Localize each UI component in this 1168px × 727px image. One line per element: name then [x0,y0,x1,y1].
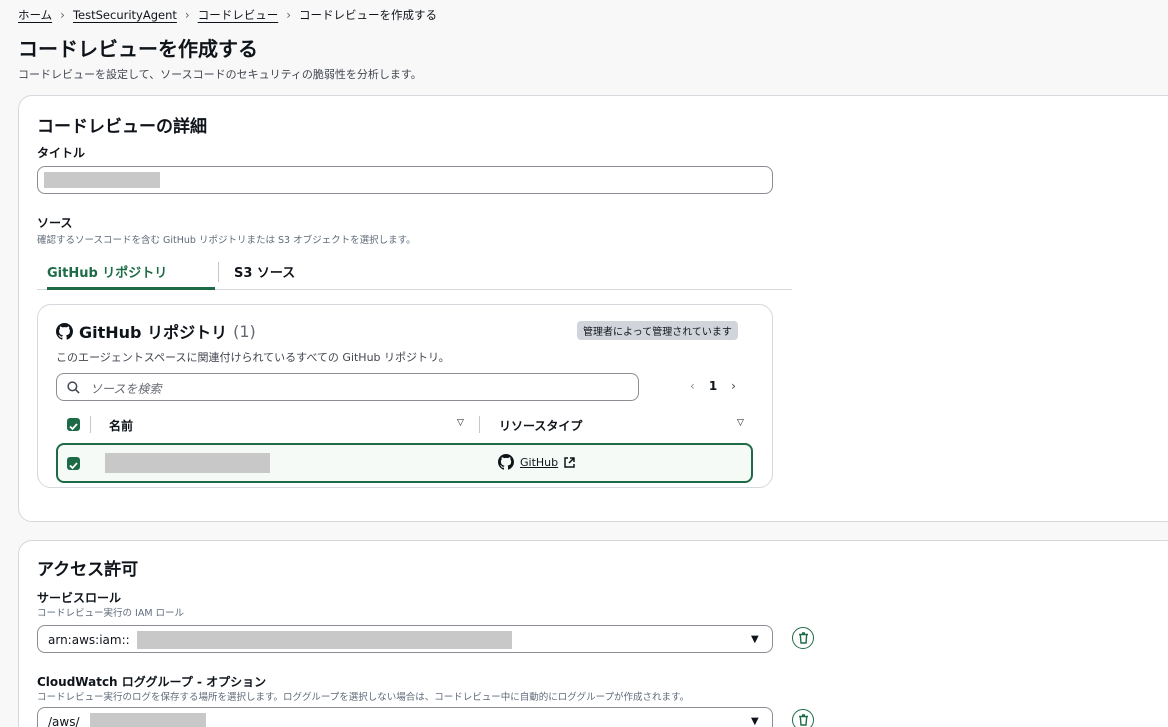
log-group-value: /aws/ [48,715,80,727]
active-tab-indicator [47,287,215,290]
log-group-description: コードレビュー実行のログを保存する場所を選択します。ロググループを選択しない場合… [37,692,690,703]
column-divider [90,416,91,433]
chevron-right-icon: › [60,8,65,22]
tab-s3-source[interactable]: S3 ソース [234,262,295,281]
title-input[interactable] [37,166,773,194]
log-group-select[interactable]: /aws/ ▼ [37,707,773,727]
repo-table-title: GitHub リポジトリ [79,323,228,342]
tab-divider [218,262,219,282]
search-input[interactable]: ソースを検索 [56,373,639,401]
github-link[interactable]: GitHub [520,456,558,469]
pagination: ‹ 1 › [690,379,736,393]
caret-down-icon: ▼ [751,716,759,727]
column-header-resource-type[interactable]: リソースタイプ [499,417,582,434]
checkmark-icon [69,423,78,431]
page-title: コードレビューを作成する [18,37,258,61]
breadcrumb: ホーム › TestSecurityAgent › コードレビュー › コードレ… [18,7,437,23]
current-page[interactable]: 1 [709,379,717,393]
chevron-right-icon: › [286,8,292,22]
table-row[interactable]: GitHub [56,443,753,483]
service-role-description: コードレビュー実行の IAM ロール [37,608,185,619]
service-role-select[interactable]: arn:aws:iam:: ▼ [37,625,773,653]
remove-service-role-button[interactable] [792,627,814,649]
redacted-repository-name [105,453,270,473]
source-description: 確認するソースコードを含む GitHub リポジトリまたは S3 オブジェクトを… [37,235,416,246]
next-page-icon[interactable]: › [731,379,736,393]
service-role-value: arn:aws:iam:: [48,633,130,647]
title-label: タイトル [37,146,86,160]
caret-down-icon: ▼ [751,634,759,645]
github-repository-table: GitHub リポジトリ (1) 管理者によって管理されています このエージェン… [37,304,773,488]
github-icon [56,322,73,340]
access-permissions-panel: アクセス許可 サービスロール コードレビュー実行の IAM ロール arn:aw… [18,540,1168,727]
row-checkbox[interactable] [67,457,80,470]
search-icon [67,381,80,394]
remove-log-group-button[interactable] [792,709,814,727]
trash-icon [798,714,808,726]
repo-table-header: GitHub リポジトリ (1) [56,319,256,343]
log-group-label: CloudWatch ロググループ - オプション [37,675,267,689]
chevron-right-icon: › [184,8,190,22]
source-tabs: GitHub リポジトリ S3 ソース [37,254,792,290]
previous-page-icon[interactable]: ‹ [690,379,695,393]
redacted-value [90,713,206,727]
github-icon [498,454,514,470]
code-review-details-panel: コードレビューの詳細 タイトル ソース 確認するソースコードを含む GitHub… [18,95,1168,522]
page-description: コードレビューを設定して、ソースコードのセキュリティの脆弱性を分析します。 [18,68,422,81]
resource-type-cell: GitHub [498,454,575,470]
breadcrumb-code-review[interactable]: コードレビュー [198,7,279,23]
breadcrumb-agent[interactable]: TestSecurityAgent [73,8,177,22]
search-placeholder: ソースを検索 [90,382,162,396]
redacted-value [137,631,512,649]
external-link-icon [564,456,575,468]
trash-icon [798,632,808,644]
tab-github-repository[interactable]: GitHub リポジトリ [47,262,167,281]
breadcrumb-home[interactable]: ホーム [18,7,52,23]
breadcrumb-current: コードレビューを作成する [299,8,438,22]
repo-table-description: このエージェントスペースに関連付けられているすべての GitHub リポジトリ。 [56,351,450,364]
details-title: コードレビューの詳細 [37,117,207,137]
repo-count: (1) [233,321,256,341]
sort-icon[interactable]: ▽ [737,418,744,428]
source-label: ソース [37,216,73,230]
access-title: アクセス許可 [37,560,139,580]
column-divider [479,416,480,433]
column-header-name[interactable]: 名前 [109,417,133,434]
managed-by-admin-badge: 管理者によって管理されています [577,321,738,340]
sort-icon[interactable]: ▽ [457,418,464,428]
checkmark-icon [69,462,78,470]
redacted-value [44,172,160,188]
select-all-checkbox[interactable] [67,418,80,431]
service-role-label: サービスロール [37,591,122,605]
